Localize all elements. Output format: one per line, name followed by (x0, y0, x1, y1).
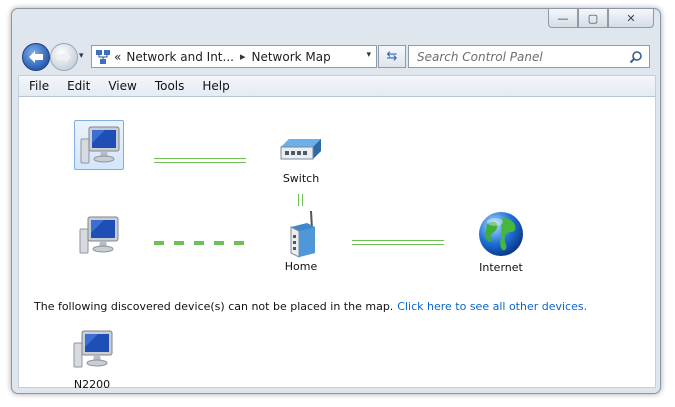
control-panel-window: — ▢ ✕ ▾ « Network and Int... ▸ Network M… (11, 8, 661, 394)
refresh-icon: ⇆ (386, 49, 398, 64)
menu-file[interactable]: File (19, 79, 57, 93)
computer-icon (80, 126, 120, 164)
close-icon: ✕ (626, 11, 636, 25)
menu-view[interactable]: View (98, 79, 144, 93)
address-dropdown-icon[interactable]: ▾ (366, 50, 371, 60)
arrow-left-icon (29, 51, 43, 63)
forward-button[interactable] (50, 43, 78, 71)
address-bar[interactable]: « Network and Int... ▸ Network Map ▾ (91, 45, 377, 68)
home-label: Home (284, 260, 318, 273)
unplaced-devices-message: The following discovered device(s) can n… (34, 300, 587, 313)
caption-buttons: — ▢ ✕ (548, 9, 654, 28)
switch-label: Switch (282, 172, 320, 185)
breadcrumb-separator[interactable]: ▸ (240, 50, 246, 63)
minimize-icon: — (557, 11, 569, 25)
see-all-devices-link[interactable]: Click here to see all other devices. (397, 300, 587, 313)
recent-pages-dropdown[interactable]: ▾ (79, 51, 84, 61)
device-node-n2200[interactable]: N2200 (62, 325, 122, 391)
wireless-router-icon (290, 210, 315, 258)
minimize-button[interactable]: — (548, 9, 578, 28)
maximize-button[interactable]: ▢ (578, 9, 608, 28)
connection-line (154, 158, 246, 163)
computer-node[interactable] (74, 211, 122, 259)
navigation-bar: ▾ « Network and Int... ▸ Network Map ▾ ⇆… (12, 42, 660, 71)
message-text: The following discovered device(s) can n… (34, 300, 394, 313)
back-button[interactable] (22, 43, 50, 71)
breadcrumb-network-map[interactable]: Network Map (251, 50, 330, 64)
menu-tools[interactable]: Tools (145, 79, 193, 93)
menu-bar: File Edit View Tools Help (18, 75, 656, 97)
search-input[interactable]: Search Control Panel (409, 50, 627, 64)
arrow-right-icon (57, 51, 71, 63)
menu-help[interactable]: Help (192, 79, 237, 93)
search-icon[interactable] (627, 48, 645, 66)
switch-icon (280, 139, 321, 160)
device-label: N2200 (73, 378, 111, 391)
breadcrumb-network-and-internet[interactable]: Network and Int... (126, 50, 234, 64)
internet-label: Internet (479, 261, 523, 274)
menu-edit[interactable]: Edit (57, 79, 98, 93)
connection-line (298, 194, 303, 206)
search-box[interactable]: Search Control Panel (408, 45, 650, 68)
maximize-icon: ▢ (587, 11, 599, 25)
this-computer-node[interactable] (74, 120, 124, 170)
connection-line (352, 240, 444, 245)
network-icon (96, 49, 110, 64)
computer-icon (73, 330, 113, 368)
home-router-node[interactable]: Home (271, 209, 331, 273)
switch-node[interactable]: Switch (271, 133, 331, 185)
address-prefix[interactable]: « (114, 50, 121, 64)
refresh-button[interactable]: ⇆ (378, 45, 406, 68)
wireless-connection-line (154, 241, 246, 245)
globe-icon (479, 212, 523, 256)
internet-node[interactable]: Internet (471, 210, 531, 274)
close-button[interactable]: ✕ (608, 9, 654, 28)
computer-icon (79, 216, 119, 254)
network-map-area: Switch Home Internet The following disco… (18, 97, 656, 391)
